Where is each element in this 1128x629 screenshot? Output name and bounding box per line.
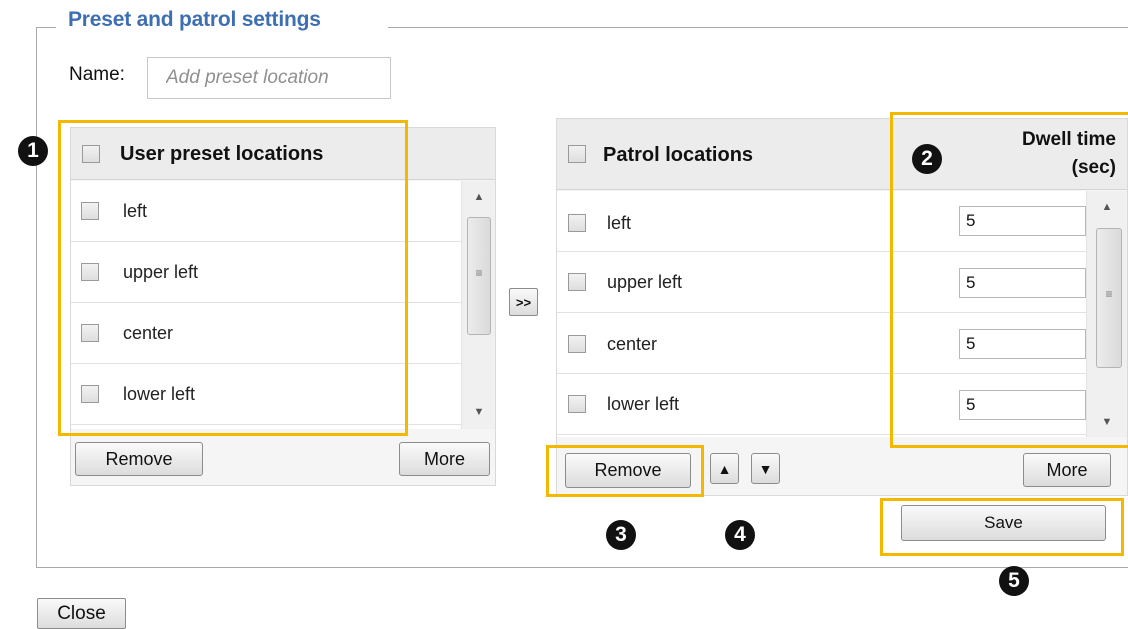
list-item-label: center (607, 334, 658, 354)
list-item-label: left (607, 213, 632, 233)
callout-highlight-3 (546, 445, 704, 497)
callout-badge-3: 3 (606, 520, 636, 550)
callout-badge-4: 4 (725, 520, 755, 550)
list-item-checkbox[interactable] (568, 214, 586, 232)
callout-badge-1: 1 (18, 136, 48, 166)
scroll-down-icon[interactable]: ▼ (468, 406, 490, 418)
remove-preset-button[interactable]: Remove (75, 442, 203, 476)
move-down-button[interactable]: ▼ (751, 453, 780, 484)
callout-highlight-1 (58, 120, 408, 436)
name-label: Name: (69, 64, 125, 85)
callout-badge-2: 2 (912, 144, 942, 174)
patrol-list-title: Patrol locations (603, 144, 754, 166)
fieldset-border (388, 27, 1128, 28)
list-item-checkbox[interactable] (568, 273, 586, 291)
section-title: Preset and patrol settings (68, 8, 321, 31)
fieldset-border (36, 27, 37, 567)
more-patrol-button[interactable]: More (1023, 453, 1111, 487)
list-item-checkbox[interactable] (568, 395, 586, 413)
select-all-patrol-checkbox[interactable] (568, 145, 586, 163)
move-up-button[interactable]: ▲ (710, 453, 739, 484)
fieldset-border (36, 567, 1128, 568)
add-to-patrol-button[interactable]: >> (509, 288, 538, 316)
list-item-label: lower left (607, 394, 680, 414)
preset-list-scrollbar[interactable]: ▲ ≡ ▼ (461, 181, 495, 429)
preset-name-input[interactable] (147, 57, 391, 99)
more-presets-button[interactable]: More (399, 442, 490, 476)
callout-highlight-5 (880, 498, 1124, 556)
list-item-checkbox[interactable] (568, 335, 586, 353)
scroll-up-icon[interactable]: ▲ (468, 191, 490, 203)
callout-badge-5: 5 (999, 566, 1029, 596)
fieldset-border (36, 27, 56, 28)
scrollbar-thumb[interactable]: ≡ (467, 217, 491, 335)
list-item-label: upper left (607, 272, 683, 292)
close-button[interactable]: Close (37, 598, 126, 629)
grip-icon: ≡ (475, 266, 483, 280)
